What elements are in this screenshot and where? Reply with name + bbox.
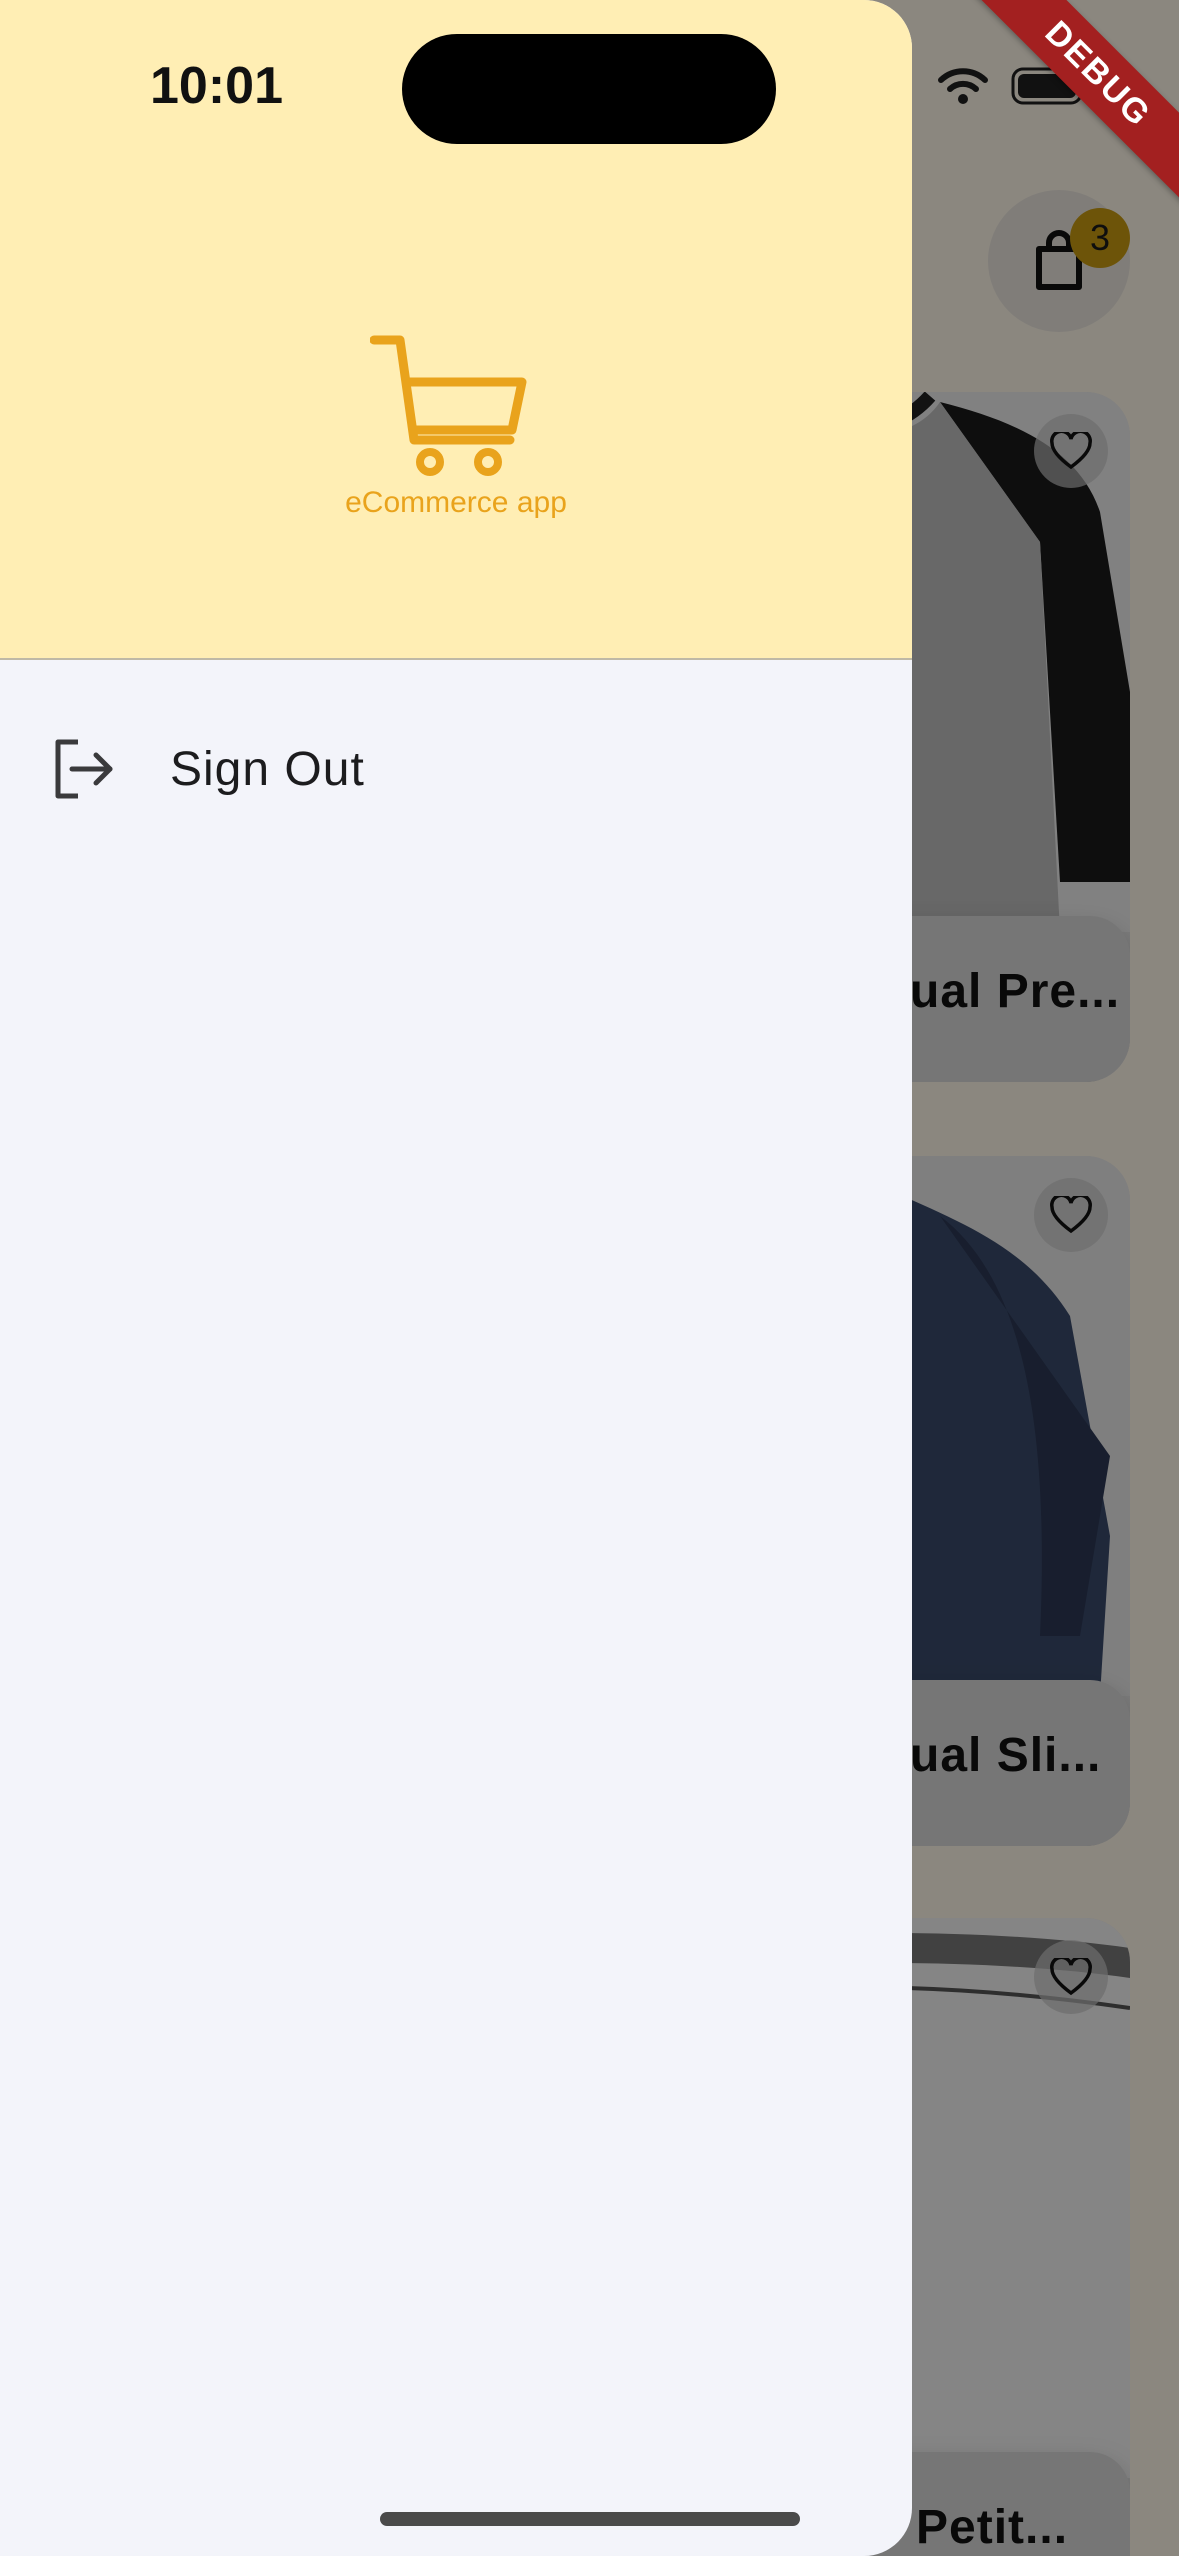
status-time: 10:01 [150, 57, 283, 115]
sign-out-icon [55, 739, 113, 799]
wifi-icon [938, 68, 988, 104]
drawer-item-label: Sign Out [170, 743, 365, 796]
screen: 3 ual Pre... ual Sli... Petit... DEBUG e… [0, 0, 1179, 2556]
drawer-item-sign-out[interactable]: Sign Out [0, 700, 912, 840]
navigation-drawer: eCommerce app Sign Out [0, 0, 912, 2556]
home-indicator[interactable] [380, 2512, 800, 2526]
shopping-cart-icon [370, 335, 527, 476]
dynamic-island [402, 34, 776, 144]
app-brand-text: eCommerce app [345, 486, 567, 519]
